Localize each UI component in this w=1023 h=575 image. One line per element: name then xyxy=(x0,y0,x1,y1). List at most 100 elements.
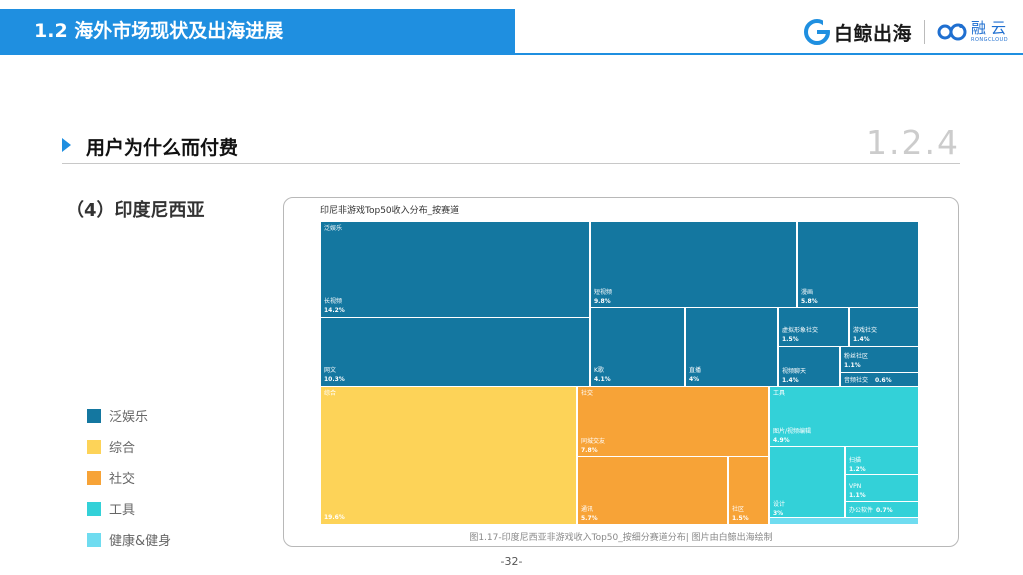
page-title: 1.2 海外市场现状及出海进展 xyxy=(0,9,515,54)
legend-item: 工具 xyxy=(87,493,171,524)
treemap-cell-local-dating: 社交 同城交友 7.8% xyxy=(577,386,769,457)
treemap-cell-video-chat: 视频聊天 1.4% xyxy=(778,346,840,387)
legend-swatch xyxy=(87,408,101,423)
cell-value: 14.2% xyxy=(324,307,345,314)
legend-swatch xyxy=(87,439,101,454)
legend-item: 社交 xyxy=(87,462,171,493)
cell-label: 扫描 xyxy=(849,457,862,464)
cell-label: 游戏社交 xyxy=(853,327,878,334)
legend-label: 社交 xyxy=(109,472,136,487)
cell-value: 1.4% xyxy=(853,336,870,343)
cell-label: 直播 xyxy=(689,367,702,374)
cell-label: 网文 xyxy=(324,367,337,374)
treemap-cell-short-video: 短视频 9.8% xyxy=(590,221,797,308)
cell-label: 同城交友 xyxy=(581,438,606,445)
section-label: 用户为什么而付费 xyxy=(86,137,239,159)
cell-value: 10.3% xyxy=(324,376,345,383)
legend-item: 综合 xyxy=(87,431,171,462)
section-divider xyxy=(62,163,960,164)
rongyun-logo-subtext: RONGCLOUD xyxy=(970,37,1009,43)
treemap-cell-long-video: 泛娱乐 长视频 14.2% xyxy=(320,221,590,318)
group-label-tools: 工具 xyxy=(773,390,786,397)
cell-label: 漫画 xyxy=(801,289,814,296)
legend-swatch xyxy=(87,470,101,485)
cell-value: 1.5% xyxy=(732,515,749,522)
group-label-general: 综合 xyxy=(324,390,337,397)
treemap-cell-general: 综合 19.6% xyxy=(320,386,577,525)
treemap-cell-photo-video-edit: 工具 图片/视频编辑 4.9% xyxy=(769,386,919,447)
treemap-cell-fan-community: 粉丝社区 1.1% xyxy=(840,346,919,373)
treemap-cell-karaoke: K歌 4.1% xyxy=(590,307,685,387)
brand-logos: 白鲸出海 融云 RONGCLOUD xyxy=(803,17,1011,47)
cell-label: K歌 xyxy=(594,367,604,374)
cell-value: 5.8% xyxy=(801,298,818,305)
page-number: -32- xyxy=(500,555,523,568)
cell-label: 设计 xyxy=(773,501,786,508)
cell-value: 7.8% xyxy=(581,447,598,454)
treemap-cell-office: 办公软件 0.7% xyxy=(845,501,919,518)
treemap-cell-live-stream: 直播 4% xyxy=(685,307,778,387)
cell-label: 虚拟形象社交 xyxy=(782,327,819,334)
top-rule xyxy=(0,53,1023,55)
legend-swatch xyxy=(87,501,101,516)
section-arrow-icon xyxy=(62,138,71,152)
legend-swatch xyxy=(87,532,101,547)
cell-value: 1.5% xyxy=(782,336,799,343)
treemap-cell-community: 社区 1.5% xyxy=(728,456,769,525)
chart-legend: 泛娱乐 综合 社交 工具 健康&健身 xyxy=(87,400,171,555)
group-label-entertainment: 泛娱乐 xyxy=(324,225,343,232)
country-subtitle: （4）印度尼西亚 xyxy=(66,200,205,221)
legend-label: 工具 xyxy=(109,503,136,518)
cell-value: 9.8% xyxy=(594,298,611,305)
legend-label: 综合 xyxy=(109,441,136,456)
baijing-logo: 白鲸出海 xyxy=(803,19,912,46)
section-heading: 用户为什么而付费 1.2.4 xyxy=(62,123,960,163)
cell-value: 1.4% xyxy=(782,377,799,384)
treemap-cell-messaging: 通讯 5.7% xyxy=(577,456,728,525)
rongyun-logo: 融云 RONGCLOUD xyxy=(937,21,1011,43)
legend-label: 泛娱乐 xyxy=(109,410,149,425)
cell-value: 0.6% xyxy=(875,377,892,384)
legend-item: 泛娱乐 xyxy=(87,400,171,431)
cell-value: 3% xyxy=(773,510,784,517)
cell-label: 社区 xyxy=(732,506,745,513)
treemap-cell-health-fitness xyxy=(769,517,919,525)
cell-value: 5.7% xyxy=(581,515,598,522)
treemap-cell-vpn: VPN 1.1% xyxy=(845,474,919,502)
logo-divider xyxy=(923,20,925,44)
cell-label: 音频社交 xyxy=(844,377,869,384)
cell-label: 视频聊天 xyxy=(782,368,807,375)
cell-value: 4.1% xyxy=(594,376,611,383)
cell-value: 1.2% xyxy=(849,466,866,473)
section-number: 1.2.4 xyxy=(866,123,960,162)
cell-value: 4% xyxy=(689,376,700,383)
group-label-social: 社交 xyxy=(581,390,594,397)
treemap-cell-web-novel: 网文 10.3% xyxy=(320,317,590,387)
cell-label: VPN xyxy=(849,483,862,490)
cell-label: 办公软件 xyxy=(849,507,874,514)
cell-label: 图片/视频编辑 xyxy=(773,428,812,435)
treemap-cell-design: 设计 3% xyxy=(769,446,845,518)
treemap-cell-game-social: 游戏社交 1.4% xyxy=(849,307,919,347)
chart-title: 印尼非游戏Top50收入分布_按赛道 xyxy=(320,206,460,216)
top-bar: 1.2 海外市场现状及出海进展 白鲸出海 融云 RONGCLOUD xyxy=(0,0,1023,55)
cell-value: 4.9% xyxy=(773,437,790,444)
cell-label: 长视频 xyxy=(324,298,343,305)
rongyun-logo-icon xyxy=(937,23,967,41)
cell-label: 短视频 xyxy=(594,289,613,296)
cell-value: 1.1% xyxy=(844,362,861,369)
baijing-logo-icon xyxy=(803,19,830,45)
chart-caption: 图1.17-印度尼西亚非游戏收入Top50_按细分赛道分布| 图片由白鲸出海绘制 xyxy=(469,533,773,543)
cell-value: 1.1% xyxy=(849,492,866,499)
legend-item: 健康&健身 xyxy=(87,524,171,555)
cell-label: 粉丝社区 xyxy=(844,353,869,360)
rongyun-logo-text: 融云 xyxy=(970,19,1011,37)
treemap-cell-scanner: 扫描 1.2% xyxy=(845,446,919,475)
baijing-logo-text: 白鲸出海 xyxy=(833,22,912,45)
treemap-cell-audio-social: 音频社交 0.6% xyxy=(840,372,919,387)
cell-label: 通讯 xyxy=(581,506,594,513)
legend-label: 健康&健身 xyxy=(109,534,172,549)
cell-value: 19.6% xyxy=(324,514,345,521)
cell-value: 0.7% xyxy=(876,507,893,514)
treemap-cell-avatar-social: 虚拟形象社交 1.5% xyxy=(778,307,849,347)
